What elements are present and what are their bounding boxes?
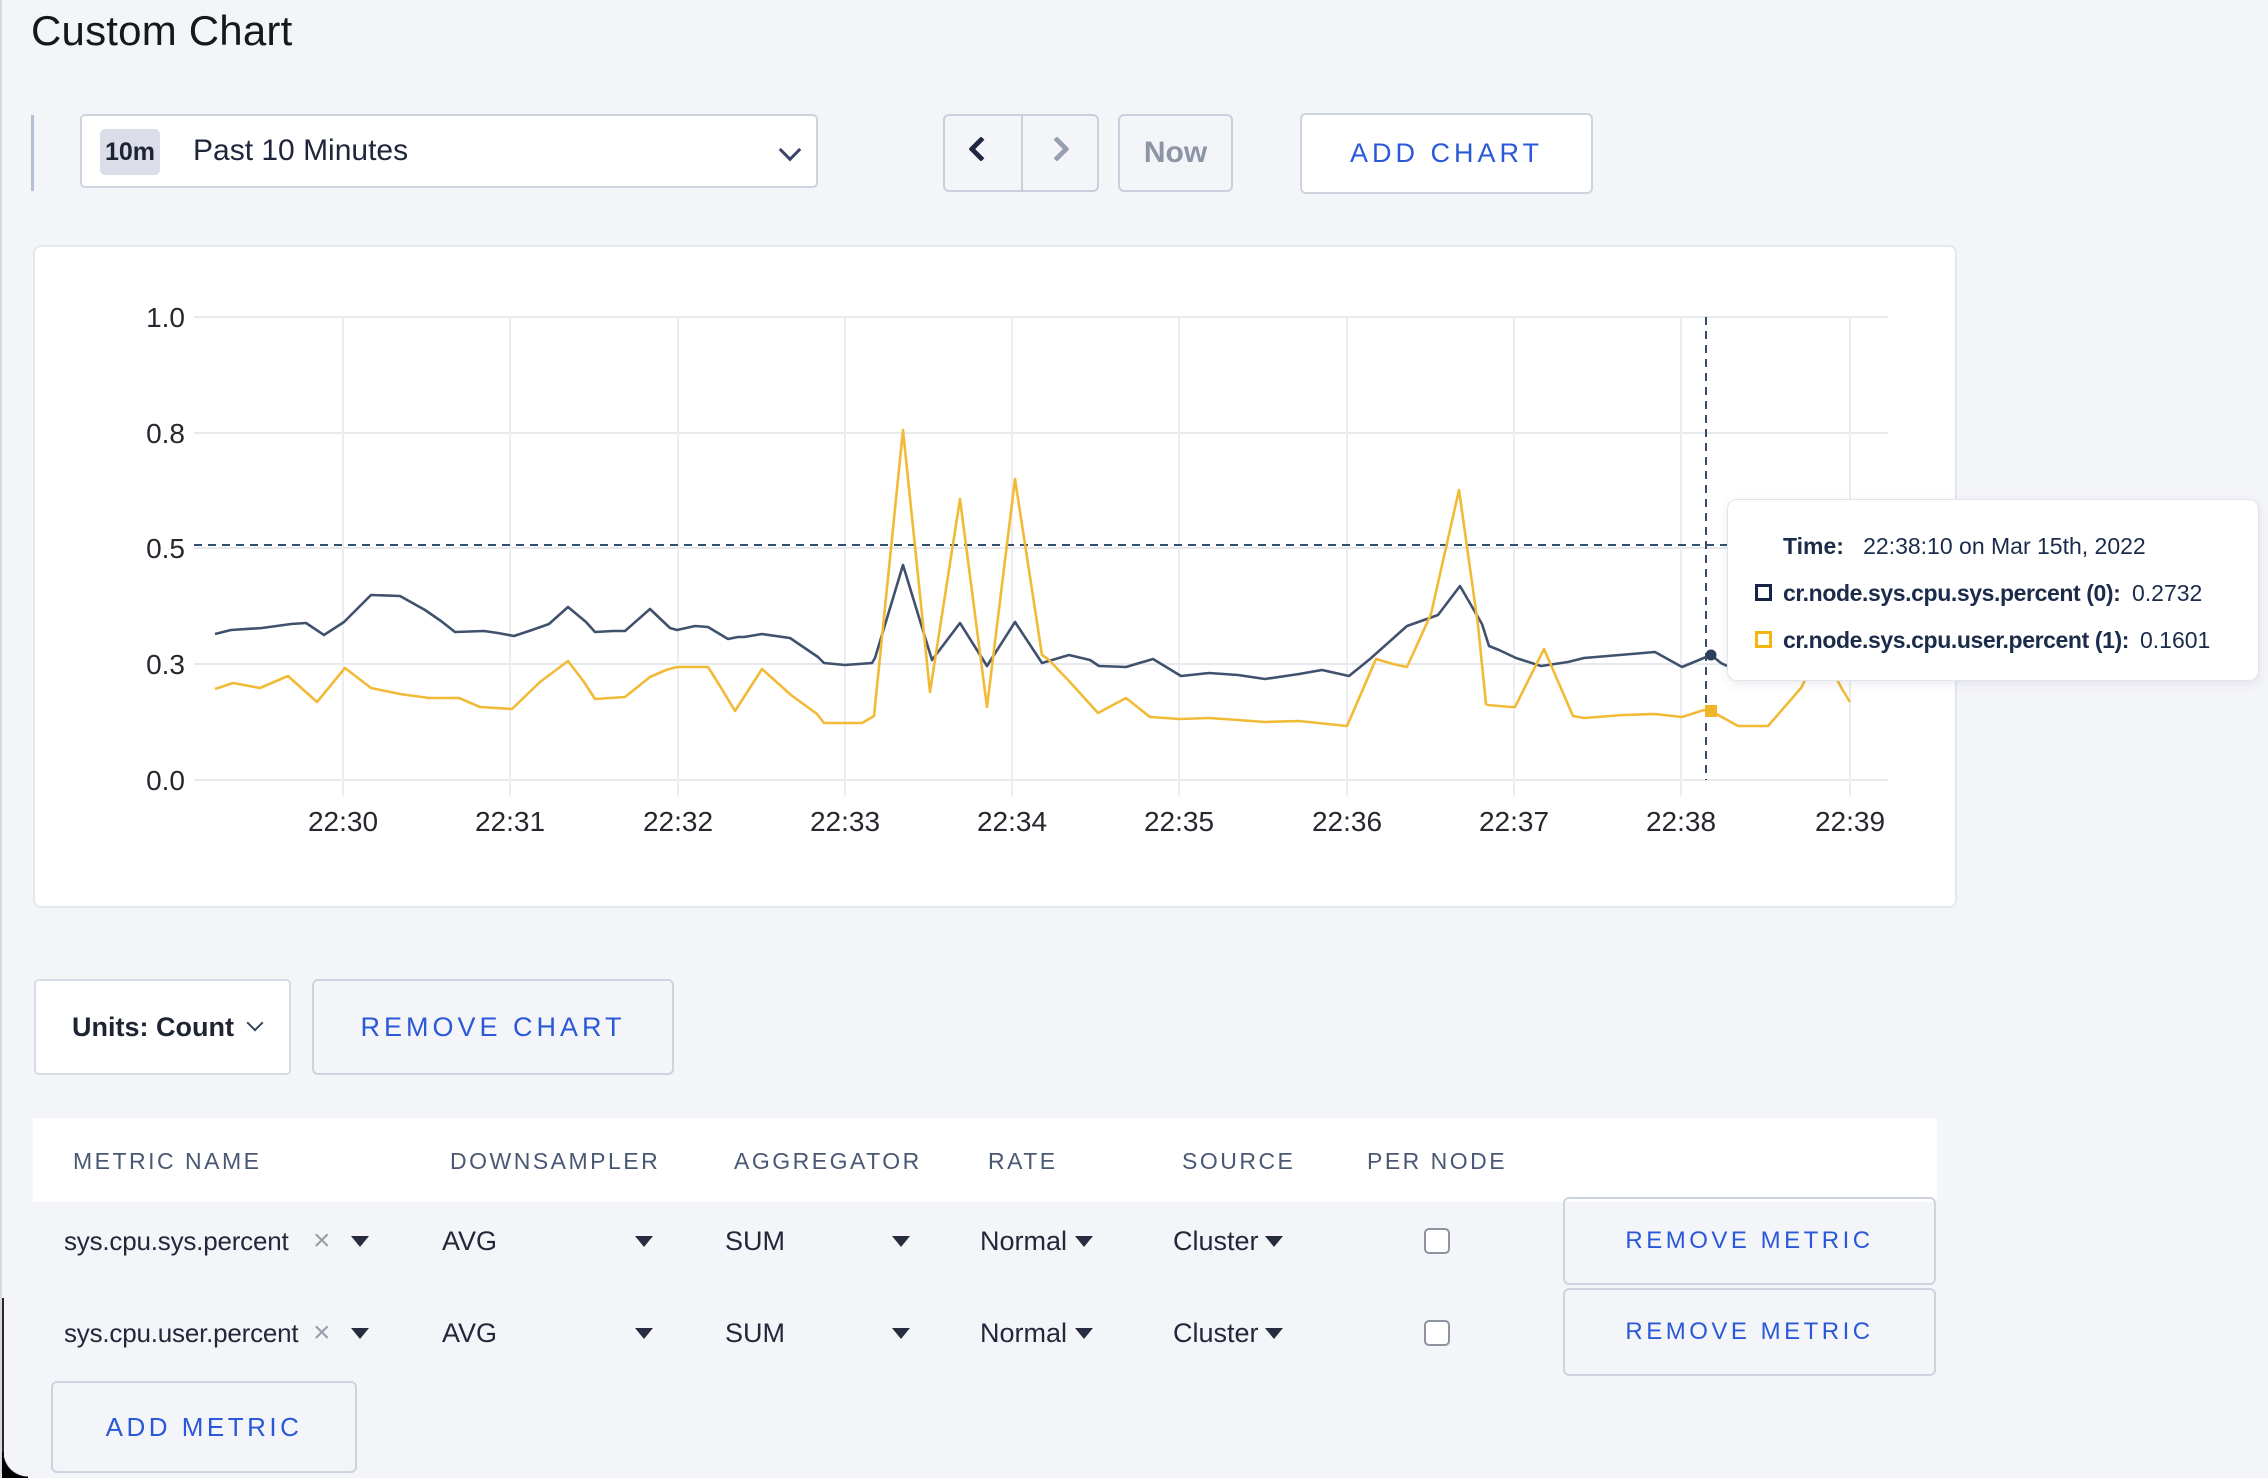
svg-text:22:33: 22:33 <box>810 806 880 837</box>
svg-text:22:35: 22:35 <box>1144 806 1214 837</box>
svg-text:22:38: 22:38 <box>1646 806 1716 837</box>
svg-text:22:32: 22:32 <box>643 806 713 837</box>
svg-text:0.3: 0.3 <box>146 649 185 680</box>
svg-text:22:39: 22:39 <box>1815 806 1885 837</box>
svg-text:0.5: 0.5 <box>146 533 185 564</box>
svg-text:22:30: 22:30 <box>308 806 378 837</box>
svg-text:0.0: 0.0 <box>146 765 185 796</box>
svg-text:22:34: 22:34 <box>977 806 1047 837</box>
svg-text:22:31: 22:31 <box>475 806 545 837</box>
svg-text:0.8: 0.8 <box>146 418 185 449</box>
svg-text:1.0: 1.0 <box>146 302 185 333</box>
svg-text:22:36: 22:36 <box>1312 806 1382 837</box>
svg-text:22:37: 22:37 <box>1479 806 1549 837</box>
